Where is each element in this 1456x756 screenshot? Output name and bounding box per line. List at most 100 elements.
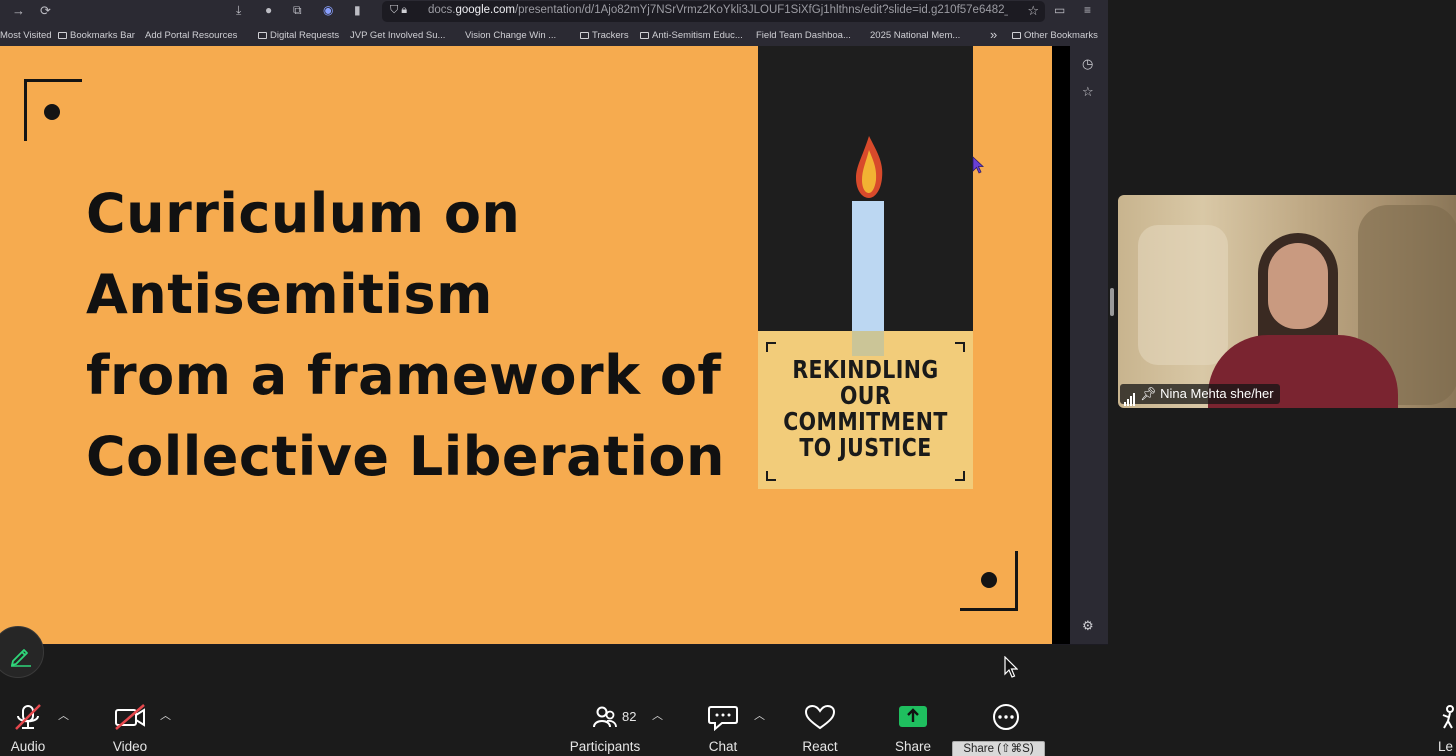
share-button[interactable]: Share (890, 695, 936, 756)
bookmarks-star-icon[interactable]: ☆ (1082, 84, 1094, 100)
folder-icon (258, 32, 267, 39)
react-button[interactable]: React (796, 695, 844, 756)
url-text: docs.google.com/presentation/d/1Ajo82mYj… (428, 4, 1008, 16)
account-icon[interactable]: ● (265, 3, 272, 17)
video-background (1138, 225, 1228, 365)
participant-video-tile[interactable]: 📌︎ Nina Mehta she/her (1118, 195, 1456, 408)
bookmark-label: Most Visited (0, 30, 52, 41)
more-options-icon (993, 704, 1019, 730)
history-clock-icon[interactable]: ◷ (1082, 56, 1093, 72)
settings-gear-icon[interactable]: ⚙ (1082, 618, 1094, 634)
reader-icon[interactable]: ▮ (354, 3, 361, 17)
share-screen-icon (899, 706, 927, 727)
audio-label: Audio (10, 739, 46, 754)
participants-icon (593, 706, 617, 728)
bookmark-item[interactable]: JVP Get Involved Su... (350, 30, 445, 41)
participant-name: Nina Mehta she/her (1160, 386, 1274, 401)
participants-label: Participants (569, 739, 641, 754)
participants-button[interactable]: 82 Participants (560, 695, 650, 756)
mouse-cursor-icon (1004, 656, 1018, 678)
pin-icon: 📌︎ (1140, 386, 1157, 401)
slide-title-line: from a framework of (86, 344, 722, 407)
folder-icon (580, 32, 589, 39)
bookmark-item[interactable]: Other Bookmarks (1012, 30, 1098, 41)
poster-line: OUR (839, 381, 892, 410)
poster-corner-mark (955, 471, 965, 481)
bookmarks-bar: Most Visited Bookmarks Bar Add Portal Reso… (0, 24, 1108, 46)
poster-corner-mark (766, 471, 776, 481)
bookmark-label: Anti-Semitism Educ... (652, 30, 743, 41)
signal-strength-icon (1124, 386, 1136, 406)
meeting-toolbar: Audio ︿ Video ︿ 82 Participants ︿ Chat ︿… (0, 695, 1456, 756)
bookmark-item[interactable]: Vision Change Win ... (465, 30, 556, 41)
slide-title-line: Curriculum on (86, 182, 521, 245)
candle-base (852, 331, 884, 356)
shared-screen: → ⟳ ⤓ ● ⧉ ◉ ▮ ⛉ 🔒︎ docs.google.com/prese… (0, 0, 1108, 645)
forward-icon[interactable]: → (12, 3, 25, 18)
slide-edge-strip (1052, 46, 1070, 644)
bookmark-star-icon[interactable]: ☆ (1027, 3, 1039, 19)
zoom-meeting-window: → ⟳ ⤓ ● ⧉ ◉ ▮ ⛉ 🔒︎ docs.google.com/prese… (0, 0, 1456, 756)
leave-label: Le (1438, 739, 1454, 754)
sidebar-toggle-icon[interactable]: ▭ (1054, 3, 1065, 17)
bookmark-item[interactable]: Bookmarks Bar (58, 30, 135, 41)
audio-button[interactable]: Audio (0, 695, 56, 756)
chat-button[interactable]: Chat (700, 695, 746, 756)
bookmark-item[interactable]: Add Portal Resources (145, 30, 237, 41)
bookmark-item[interactable]: 2025 National Mem... (870, 30, 960, 41)
browser-toolbar: → ⟳ ⤓ ● ⧉ ◉ ▮ ⛉ 🔒︎ docs.google.com/prese… (0, 0, 1108, 24)
download-icon[interactable]: ⤓ (236, 3, 241, 18)
flame-icon (856, 136, 883, 198)
bookmark-label: Add Portal Resources (145, 30, 238, 41)
chat-options-caret-icon[interactable]: ︿ (754, 707, 765, 723)
share-tooltip: Share (⇧⌘S) (952, 741, 1045, 756)
bookmark-item[interactable]: Trackers (580, 30, 629, 41)
bookmark-item[interactable]: Most Visited (0, 30, 52, 41)
browser-sidebar: ◷ ☆ ⚙ (1070, 46, 1108, 644)
candle-shape (852, 201, 884, 331)
candle-poster-image: REKINDLING OUR COMMITMENT TO JUSTICE (758, 46, 973, 489)
presentation-slide: Curriculum on Antisemitism from a framew… (0, 46, 1052, 644)
corner-bracket-bottom-right (960, 608, 1018, 611)
address-bar[interactable]: ⛉ 🔒︎ docs.google.com/presentation/d/1Ajo… (382, 1, 1045, 22)
video-label: Video (112, 739, 148, 754)
participants-options-caret-icon[interactable]: ︿ (652, 707, 663, 723)
react-label: React (802, 739, 838, 754)
poster-corner-mark (766, 342, 776, 352)
bookmark-label: Vision Change Win ... (465, 30, 557, 41)
bookmark-label: Digital Requests (270, 30, 340, 41)
bookmark-label: Field Team Dashboa... (756, 30, 851, 41)
corner-bracket-top-left (24, 79, 82, 82)
participant-face (1268, 243, 1328, 329)
participant-name-label: 📌︎ Nina Mehta she/her (1120, 384, 1280, 406)
bookmark-item[interactable]: Field Team Dashboa... (756, 30, 851, 41)
extension-1password-icon[interactable]: ◉ (323, 3, 333, 17)
poster-corner-mark (955, 342, 965, 352)
video-options-caret-icon[interactable]: ︿ (160, 707, 171, 723)
extensions-icon[interactable]: ⧉ (293, 3, 302, 18)
chat-bubble-icon (708, 706, 738, 731)
annotate-button[interactable] (0, 626, 44, 678)
poster-line: REKINDLING (792, 355, 939, 384)
bookmarks-overflow-chevron-icon[interactable]: » (990, 27, 997, 42)
folder-icon (1012, 32, 1021, 39)
corner-bracket-top-left-vertical (24, 79, 27, 141)
heart-icon (804, 704, 836, 730)
menu-icon[interactable]: ≡ (1084, 3, 1091, 17)
bookmark-item[interactable]: Digital Requests (258, 30, 339, 41)
decorative-dot-bottom-right (981, 572, 997, 588)
leave-button[interactable]: Le (1432, 695, 1456, 756)
share-label: Share (894, 739, 932, 754)
bookmark-item[interactable]: Anti-Semitism Educ... (640, 30, 743, 41)
folder-icon (58, 32, 67, 39)
audio-options-caret-icon[interactable]: ︿ (58, 707, 69, 723)
poster-text: REKINDLING OUR COMMITMENT TO JUSTICE (777, 357, 953, 461)
bookmark-label: 2025 National Mem... (870, 30, 961, 41)
bookmark-label: Other Bookmarks (1024, 30, 1098, 41)
reload-icon[interactable]: ⟳ (40, 3, 51, 19)
decorative-dot-top-left (44, 104, 60, 120)
video-button[interactable]: Video (104, 695, 156, 756)
bookmark-label: JVP Get Involved Su... (350, 30, 446, 41)
slide-title-line: Antisemitism (86, 263, 493, 326)
split-resize-handle[interactable] (1110, 288, 1114, 316)
